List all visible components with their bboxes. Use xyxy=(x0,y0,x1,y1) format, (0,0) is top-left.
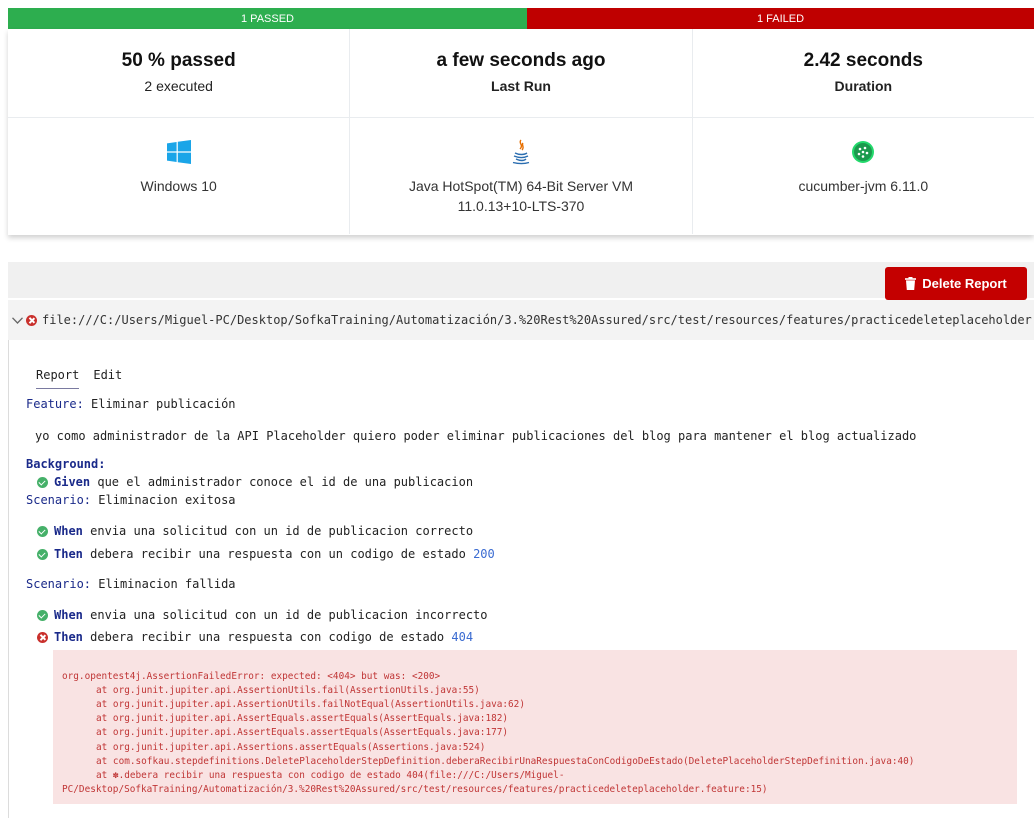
os-panel: Windows 10 xyxy=(8,118,351,234)
last-run-label: Last Run xyxy=(491,78,551,94)
step-keyword: Then xyxy=(54,547,83,561)
status-bar: 1 PASSED 1 FAILED xyxy=(8,8,1034,29)
jvm-panel: Java HotSpot(TM) 64-Bit Server VM 11.0.1… xyxy=(350,118,693,234)
feature-uri: file:///C:/Users/Miguel-PC/Desktop/Sofka… xyxy=(42,313,1034,327)
step-text: que el administrador conoce el id de una… xyxy=(97,475,474,489)
tool-panel: cucumber-jvm 6.11.0 xyxy=(693,118,1034,234)
trash-icon xyxy=(905,277,917,290)
scenario-step: Then debera recibir una respuesta con co… xyxy=(37,630,473,644)
executed-count: 2 executed xyxy=(144,78,213,94)
tab-report[interactable]: Report xyxy=(36,368,80,389)
pass-rate-panel: 50 % passed 2 executed xyxy=(8,29,351,117)
os-name: Windows 10 xyxy=(140,178,217,194)
background-heading: Background: xyxy=(26,457,105,471)
windows-icon xyxy=(166,138,191,166)
error-line: at org.junit.jupiter.api.AssertionUtils.… xyxy=(96,699,525,711)
scenario-keyword: Scenario: xyxy=(26,577,92,591)
failed-count-bar: 1 FAILED xyxy=(527,8,1034,29)
passed-count-bar: 1 PASSED xyxy=(8,8,527,29)
feature-tabs: Report Edit xyxy=(36,368,122,389)
passed-step-icon xyxy=(37,525,48,537)
step-text: envia una solicitud con un id de publica… xyxy=(90,608,488,622)
jvm-name: Java HotSpot(TM) 64-Bit Server VM xyxy=(408,178,634,194)
step-keyword: Given xyxy=(54,475,91,489)
error-line: at org.junit.jupiter.api.AssertEquals.as… xyxy=(96,713,509,725)
scenario-title: Scenario: Eliminacion exitosa xyxy=(26,493,236,507)
background-step: Given que el administrador conoce el id … xyxy=(37,475,473,489)
error-line: at org.junit.jupiter.api.Assertions.asse… xyxy=(96,741,486,753)
tool-name: cucumber-jvm 6.11.0 xyxy=(798,178,929,194)
step-keyword: When xyxy=(54,524,83,538)
background-keyword: Background: xyxy=(26,457,106,471)
summary-card: 50 % passed 2 executed a few seconds ago… xyxy=(8,29,1034,235)
last-run-panel: a few seconds ago Last Run xyxy=(350,29,693,117)
scenario-name: Eliminacion fallida xyxy=(98,577,236,591)
error-line: at org.junit.jupiter.api.AssertEquals.as… xyxy=(96,727,509,739)
feature-title: Feature: Eliminar publicación xyxy=(26,397,236,411)
feature-left-border xyxy=(8,340,9,818)
duration-value: 2.42 seconds xyxy=(803,50,923,71)
passed-step-icon xyxy=(37,548,48,560)
feature-name: Eliminar publicación xyxy=(91,397,236,411)
step-text: envia una solicitud con un id de publica… xyxy=(90,524,474,538)
pass-rate-value: 50 % passed xyxy=(121,50,236,71)
toolbar-band xyxy=(8,262,1034,298)
error-line: at ✽.debera recibir una respuesta con co… xyxy=(96,769,565,781)
feature-keyword: Feature: xyxy=(26,397,84,411)
scenario-step: Then debera recibir una respuesta con un… xyxy=(37,547,495,561)
failed-status-icon xyxy=(26,314,37,326)
passed-step-icon xyxy=(37,476,48,488)
error-line: at org.junit.jupiter.api.AssertionUtils.… xyxy=(96,685,480,697)
step-text: debera recibir una respuesta con codigo … xyxy=(90,630,445,644)
tab-edit[interactable]: Edit xyxy=(93,368,122,389)
step-argument: 200 xyxy=(473,547,495,561)
feature-description: yo como administrador de la API Placehol… xyxy=(35,429,917,443)
delete-report-label: Delete Report xyxy=(922,276,1007,291)
error-line: PC/Desktop/SofkaTraining/Automatización/… xyxy=(62,783,768,795)
cucumber-icon xyxy=(851,138,875,166)
duration-panel: 2.42 seconds Duration xyxy=(693,29,1034,117)
step-text: debera recibir una respuesta con un codi… xyxy=(90,547,466,561)
feature-header[interactable]: file:///C:/Users/Miguel-PC/Desktop/Sofka… xyxy=(8,300,1034,340)
scenario-step: When envia una solicitud con un id de pu… xyxy=(37,608,488,622)
delete-report-button[interactable]: Delete Report xyxy=(885,267,1027,300)
failed-step-icon xyxy=(37,631,48,643)
error-line: org.opentest4j.AssertionFailedError: exp… xyxy=(62,671,441,683)
scenario-step: When envia una solicitud con un id de pu… xyxy=(37,524,473,538)
scenario-keyword: Scenario: xyxy=(26,493,92,507)
error-stacktrace: org.opentest4j.AssertionFailedError: exp… xyxy=(53,650,1017,804)
java-icon xyxy=(510,138,532,166)
chevron-down-icon[interactable] xyxy=(12,313,23,327)
duration-label: Duration xyxy=(834,78,893,94)
last-run-value: a few seconds ago xyxy=(436,50,606,71)
error-line: at com.sofkau.stepdefinitions.DeletePlac… xyxy=(96,755,915,767)
jvm-version: 11.0.13+10-LTS-370 xyxy=(457,198,585,214)
passed-step-icon xyxy=(37,609,48,621)
step-argument: 404 xyxy=(451,630,474,644)
step-keyword: Then xyxy=(54,630,83,644)
scenario-name: Eliminacion exitosa xyxy=(98,493,236,507)
scenario-title: Scenario: Eliminacion fallida xyxy=(26,577,236,591)
step-keyword: When xyxy=(54,608,83,622)
